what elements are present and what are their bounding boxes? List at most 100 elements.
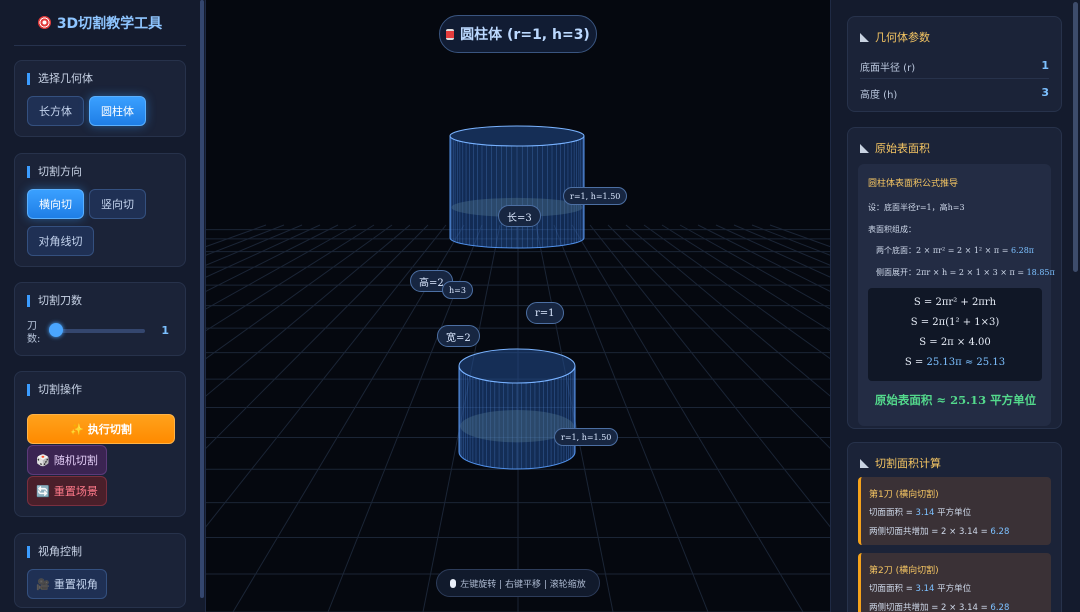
geometry-section-title: 选择几何体 [27,73,93,85]
cut-1-area-unit: 平方单位 [934,508,972,518]
params-card: 几何体参数 底面半径 (r) 1 高度 (h) 3 [847,16,1062,112]
can-icon [446,28,455,40]
left-scrollbar[interactable] [200,0,204,598]
cut-2-area-line: 切面面积 = 3.14 平方单位 [869,582,971,594]
right-scrollbar[interactable] [1073,2,1078,272]
cut-1-title: 第1刀 (横向切割) [869,490,939,500]
radius-row: 底面半径 (r) 1 [860,59,1049,74]
derivation-title: 圆柱体表面积公式推导 [868,179,959,189]
cut-count-section: 切割刀数 刀数: 1 [14,282,186,356]
cut-1-increase-line: 两侧切面共增加 = 2 × 3.14 = 6.28 [869,525,1009,537]
cut-count-label: 刀数: [27,321,41,345]
h-label: h=3 [442,281,473,299]
top-cylinder-piece [449,125,585,249]
reset-view-label: 重置视角 [53,578,98,591]
surface-area-card: 原始表面积 圆柱体表面积公式推导 设：底面半径r=1，高h=3 表面积组成： 两… [847,127,1062,429]
actions-section-title: 切割操作 [27,384,82,396]
app-title-text: 3D切割教学工具 [56,15,163,32]
side-label: 侧面展开： [876,268,916,277]
reset-view-button[interactable]: 🎥 重置视角 [27,569,107,599]
cut-count-slider-thumb[interactable] [49,323,63,337]
camera-icon: 🎥 [36,577,50,591]
view-title-badge: 圆柱体 (r=1, h=3) [439,15,597,53]
cut-1-area-label: 切面面积 = [869,508,916,518]
cut-2-area-value: 3.14 [915,584,935,594]
bases-line: 两个底面：2 × πr² = 2 × 1² × π = 6.28π [876,245,1034,256]
view-section: 视角控制 🎥 重置视角 [14,533,186,608]
refresh-icon: 🔄 [36,484,50,498]
bottom-cylinder-piece [458,348,576,470]
random-cut-label: 随机切割 [53,454,98,467]
execute-cut-label: 执行切割 [87,423,132,436]
dice-icon: 🎲 [36,453,50,467]
surface-area-card-title-text: 原始表面积 [875,142,930,155]
ruler-icon [860,143,869,153]
cylinder-button[interactable]: 圆柱体 [89,96,146,126]
ruler-icon [860,458,869,468]
cut-area-card-title-text: 切割面积计算 [875,457,941,470]
scene-canvas[interactable] [206,0,830,612]
view-title-text: 圆柱体 (r=1, h=3) [460,27,590,43]
surface-area-result: 原始表面积 ≈ 25.13 平方单位 [874,393,1037,407]
dart-icon [37,16,51,29]
bases-formula: 2 × πr² = 2 × 1² × π = [916,246,1011,255]
execute-cut-button[interactable]: ✨ 执行切割 [27,414,175,444]
bases-label: 两个底面： [876,246,916,255]
cuboid-button[interactable]: 长方体 [27,96,84,126]
cut-count-slider-track[interactable] [55,329,145,333]
diagonal-cut-button[interactable]: 对角线切 [27,226,94,256]
cut-count-value: 1 [161,324,169,337]
height-row-label: 高度 (h) [860,90,898,101]
bottom-piece-label: r=1, h=1.50 [554,428,619,446]
horizontal-cut-button[interactable]: 横向切 [27,189,84,219]
reset-scene-label: 重置场景 [53,485,98,498]
cut-2-increase-line: 两侧切面共增加 = 2 × 3.14 = 6.28 [869,601,1009,612]
formula-line-2: S = 2π(1² + 1×3) [910,317,1000,328]
width-label: 宽=2 [437,325,480,347]
cut-1-increase-value: 6.28 [990,527,1010,537]
height-row-value: 3 [1041,86,1049,99]
formula-line-4: S = 25.13π ≈ 25.13 [868,357,1042,368]
formula-derivation: 圆柱体表面积公式推导 设：底面半径r=1，高h=3 表面积组成： 两个底面：2 … [858,164,1055,426]
app-title: 3D切割教学工具 [14,0,186,46]
cut-2-box: 第2刀 (横向切割) 切面面积 = 3.14 平方单位 两侧切面共增加 = 2 … [858,553,1051,612]
cut-1-box: 第1刀 (横向切割) 切面面积 = 3.14 平方单位 两侧切面共增加 = 2 … [858,477,1051,545]
top-piece-label: r=1, h=1.50 [563,187,628,205]
height-row: 高度 (h) 3 [860,86,1049,101]
cut-2-area-unit: 平方单位 [934,584,972,594]
param-divider [860,78,1049,79]
given-line: 设：底面半径r=1，高h=3 [868,203,965,212]
params-card-title-text: 几何体参数 [875,31,930,44]
cut-count-section-title: 切割刀数 [27,295,82,307]
bases-value: 6.28π [1010,246,1035,255]
side-formula: 2πr × h = 2 × 1 × 3 × π = [916,268,1027,277]
cut-1-increase-label: 两侧切面共增加 = 2 × 3.14 = [869,527,991,537]
direction-section: 切割方向 横向切 竖向切 对角线切 [14,153,186,267]
radius-label: r=1 [526,302,564,324]
info-panel: 几何体参数 底面半径 (r) 1 高度 (h) 3 原始表面积 圆柱体表面积公式… [830,0,1080,612]
random-cut-button[interactable]: 🎲 随机切割 [27,445,107,475]
formula-line-3: S = 2π × 4.00 [919,337,991,348]
formula-box: S = 2πr² + 2πrh S = 2π(1² + 1×3) S = 2π … [868,288,1042,381]
compose-line: 表面积组成： [868,225,916,234]
mouse-icon [450,578,457,588]
3d-viewport[interactable]: 圆柱体 (r=1, h=3) 长=3 r=1, h=1.50 高=2 h=3 r… [206,0,830,612]
formula-final-prefix: S = [904,357,927,368]
ruler-icon [860,32,869,42]
side-line: 侧面展开：2πr × h = 2 × 1 × 3 × π = 18.85π [876,267,1055,278]
radius-row-label: 底面半径 (r) [860,63,916,74]
cut-2-title: 第2刀 (横向切割) [869,566,939,576]
view-section-title: 视角控制 [27,546,82,558]
radius-row-value: 1 [1041,59,1049,72]
params-card-title: 几何体参数 [860,29,930,45]
cut-2-area-label: 切面面积 = [869,584,916,594]
actions-section: 切割操作 ✨ 执行切割 🎲 随机切割 🔄 重置场景 [14,371,186,517]
formula-final-value: 25.13π ≈ 25.13 [926,357,1006,368]
cut-2-increase-label: 两侧切面共增加 = 2 × 3.14 = [869,603,991,612]
view-hint-text: 左键旋转 | 右键平移 | 滚轮缩放 [460,579,586,590]
cut-1-area-line: 切面面积 = 3.14 平方单位 [869,506,971,518]
cut-area-card: 切割面积计算 第1刀 (横向切割) 切面面积 = 3.14 平方单位 两侧切面共… [847,442,1062,612]
reset-scene-button[interactable]: 🔄 重置场景 [27,476,107,506]
vertical-cut-button[interactable]: 竖向切 [89,189,146,219]
view-controls-hint: 左键旋转 | 右键平移 | 滚轮缩放 [436,569,600,597]
